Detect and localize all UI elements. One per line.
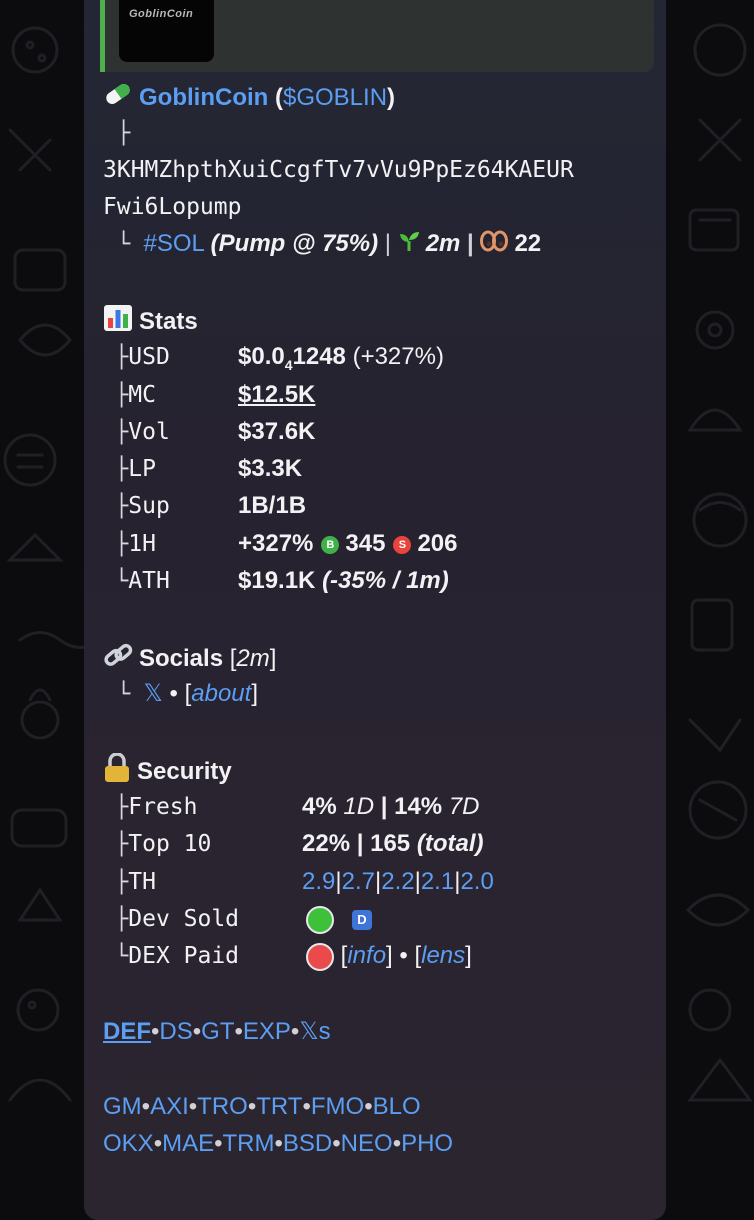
holders-count: 22 [514, 230, 542, 257]
x-social-link[interactable]: 𝕏 [144, 680, 163, 707]
trading-links-row-2: OKX•MAE•TRM•BSD•NEO•PHO [103, 1130, 454, 1157]
explorer-links-row: DEF•DS•GT•EXP•𝕏s [103, 1018, 331, 1045]
th-link[interactable]: 2.1 [421, 868, 454, 895]
link-gt[interactable]: GT [201, 1018, 234, 1045]
security-row-th: ├TH 2.9|2.7|2.2|2.1|2.0 [115, 866, 655, 898]
security-row-fresh: ├Fresh 4% 1D | 14% 7D [115, 791, 655, 823]
stat-value-1h: +327% B 345 S 206 [238, 530, 458, 557]
top10-value: 22% | 165 (total) [302, 830, 484, 857]
link-fmo[interactable]: FMO [311, 1093, 364, 1120]
link-axi[interactable]: AXI [150, 1093, 189, 1120]
red-circle-icon [306, 942, 334, 971]
link-neo[interactable]: NEO [341, 1130, 393, 1157]
stat-row-mc: ├MC $12.5K [115, 379, 655, 411]
th-link[interactable]: 2.9 [302, 868, 335, 895]
stat-value-mc[interactable]: $12.5K [238, 379, 315, 411]
token-name-link[interactable]: GoblinCoin [139, 84, 268, 111]
pill-icon [103, 82, 133, 115]
token-age: 2m [425, 230, 461, 257]
th-link[interactable]: 2.2 [381, 868, 414, 895]
th-link[interactable]: 2.0 [460, 868, 493, 895]
dev-badge-icon[interactable]: D [352, 909, 372, 930]
contract-address-line1[interactable]: 3KHMZhpthXuiCcgfTv7vVu9PpEz64KAEUR [103, 154, 574, 186]
link-trt[interactable]: TRT [256, 1093, 302, 1120]
pump-text: (Pump @ 75%) [210, 230, 379, 257]
link-gm[interactable]: GM [103, 1093, 142, 1120]
buys-badge-icon: B [321, 535, 340, 554]
stat-row-1h: ├1H +327% B 345 S 206 [115, 528, 655, 560]
token-ticker-link[interactable]: $GOBLIN [283, 84, 387, 111]
bar-chart-icon [103, 304, 133, 341]
sells-badge-icon: S [393, 535, 412, 554]
sells-count: 206 [417, 530, 458, 557]
link-okx[interactable]: OKX [103, 1130, 154, 1157]
link-tro[interactable]: TRO [197, 1093, 248, 1120]
tree-branch: ├ [117, 121, 131, 146]
dev-sold-value: D [306, 903, 372, 935]
link-bsd[interactable]: BSD [283, 1130, 332, 1157]
link-ds[interactable]: DS [159, 1018, 192, 1045]
link-preview[interactable]: GoblinCoin [100, 0, 654, 72]
security-heading: Security [103, 752, 232, 785]
stat-value-sup: 1B/1B [238, 492, 307, 519]
dex-paid-value: [info] • [lens] [306, 940, 472, 972]
stat-row-vol: ├Vol $37.6K [115, 416, 655, 448]
about-link[interactable]: about [191, 680, 251, 707]
lock-icon [103, 752, 131, 792]
preview-thumbnail[interactable]: GoblinCoin [119, 0, 214, 62]
link-trm[interactable]: TRM [223, 1130, 275, 1157]
security-row-dev-sold: ├Dev Sold D [115, 903, 655, 935]
stat-value-usd: $0.041248 (+327%) [238, 343, 444, 373]
socials-age: 2m [236, 644, 270, 672]
stat-row-ath: └ATH $19.1K (-35% / 1m) [115, 565, 655, 597]
chain-link[interactable]: #SOL [144, 230, 204, 257]
th-link[interactable]: 2.7 [342, 868, 375, 895]
link-icon [103, 641, 133, 678]
preview-thumbnail-text: GoblinCoin [129, 8, 194, 20]
link-mae[interactable]: MAE [162, 1130, 214, 1157]
stats-heading: Stats [103, 304, 198, 336]
token-title-line: GoblinCoin ($GOBLIN) [103, 82, 395, 114]
stat-row-lp: ├LP $3.3K [115, 453, 655, 485]
trading-links-row-1: GM•AXI•TRO•TRT•FMO•BLO [103, 1093, 421, 1120]
link-def[interactable]: DEF [103, 1018, 151, 1045]
link-exp[interactable]: EXP [243, 1018, 291, 1045]
contract-address-line2[interactable]: Fwi6Lopump [103, 191, 241, 223]
th-values: 2.9|2.7|2.2|2.1|2.0 [302, 868, 494, 895]
info-link[interactable]: info [347, 942, 386, 969]
stat-value-ath: $19.1K (-35% / 1m) [238, 567, 449, 594]
link-blo[interactable]: BLO [373, 1093, 421, 1120]
link-pho[interactable]: PHO [401, 1130, 453, 1157]
stat-value-lp: $3.3K [238, 455, 303, 482]
lens-link[interactable]: lens [421, 942, 465, 969]
security-row-top10: ├Top 10 22% | 165 (total) [115, 828, 655, 860]
token-meta-line: └ #SOL (Pump @ 75%) | 2m | 22 [117, 228, 541, 260]
link-xs[interactable]: 𝕏s [299, 1018, 330, 1045]
stat-row-sup: ├Sup 1B/1B [115, 490, 655, 522]
security-row-dex-paid: └DEX Paid [info] • [lens] [115, 940, 655, 972]
buys-count: 345 [345, 530, 386, 557]
socials-heading: Socials [2m] [103, 641, 276, 673]
socials-links: └ 𝕏 • [about] [117, 680, 258, 707]
eyes-icon [480, 229, 509, 261]
green-circle-icon [306, 905, 334, 934]
stat-value-vol: $37.6K [238, 418, 316, 445]
fresh-value: 4% 1D | 14% 7D [302, 793, 480, 820]
stat-row-usd: ├USD $0.041248 (+327%) [115, 341, 655, 373]
seedling-icon [398, 229, 420, 261]
